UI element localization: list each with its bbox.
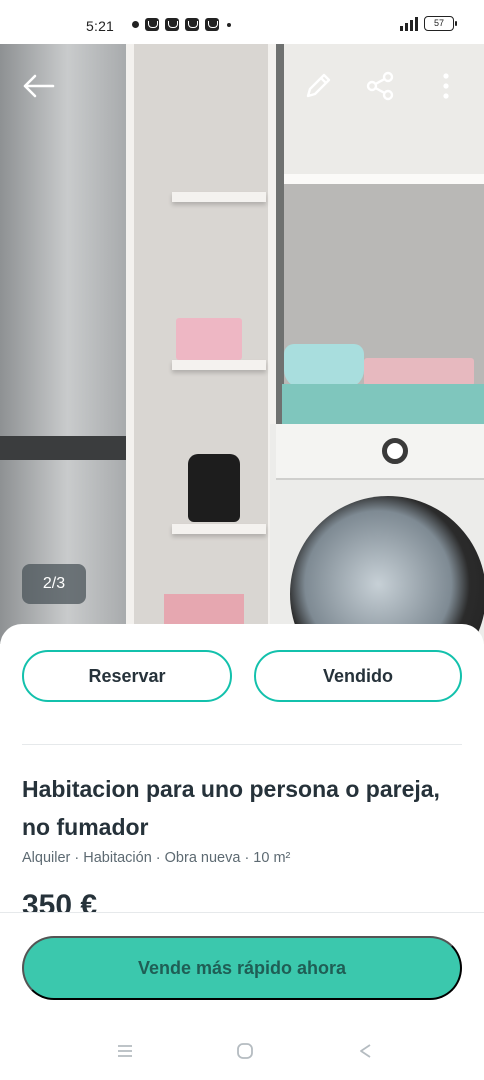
pencil-icon[interactable]	[298, 66, 338, 106]
divider	[22, 744, 462, 745]
recent-apps-icon[interactable]	[114, 1040, 136, 1062]
app-notification-icon	[185, 18, 199, 31]
listing-photo[interactable]	[0, 44, 484, 644]
battery-icon: 57	[424, 16, 457, 31]
signal-icon	[400, 16, 418, 31]
notification-icons	[132, 18, 231, 31]
notification-dot-icon	[132, 21, 139, 28]
listing-price: 350 €	[22, 889, 98, 914]
listing-title: Habitacion para uno persona o pareja, no…	[22, 776, 440, 840]
status-bar: 5:21 57	[0, 0, 484, 44]
app-notification-icon	[165, 18, 179, 31]
battery-level: 57	[433, 18, 444, 28]
reserve-button[interactable]: Reservar	[22, 650, 232, 702]
app-notification-icon	[205, 18, 219, 31]
sold-button[interactable]: Vendido	[254, 650, 462, 702]
more-vertical-icon[interactable]	[426, 66, 466, 106]
status-right: 57	[400, 16, 457, 31]
back-triangle-icon[interactable]	[354, 1040, 376, 1062]
share-icon[interactable]	[360, 66, 400, 106]
photo-counter: 2/3	[22, 564, 86, 604]
arrow-left-icon[interactable]	[16, 66, 60, 106]
status-time: 5:21	[86, 18, 115, 34]
more-notifications-icon	[227, 22, 231, 27]
app-notification-icon	[145, 18, 159, 31]
sell-faster-button[interactable]: Vende más rápido ahora	[22, 936, 462, 1000]
listing-details: Alquiler · Habitación · Obra nueva · 10 …	[22, 850, 291, 866]
home-icon[interactable]	[234, 1040, 256, 1062]
